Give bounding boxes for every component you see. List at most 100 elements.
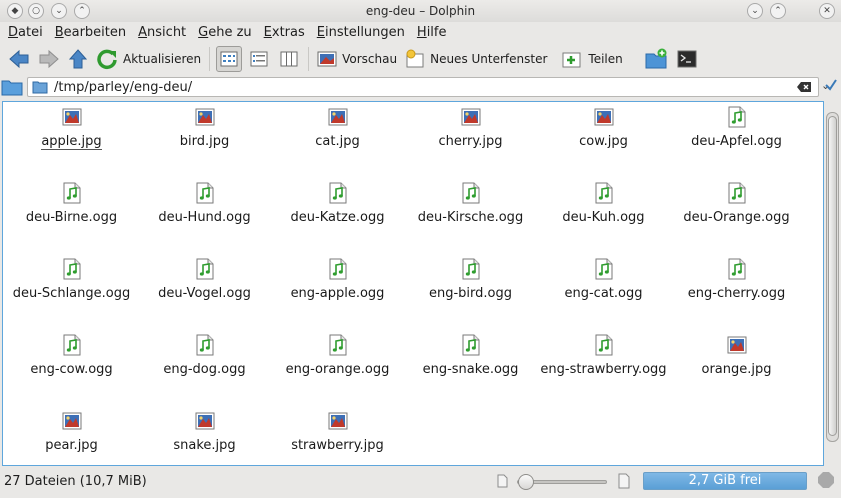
- file-item[interactable]: deu-Katze.ogg: [271, 178, 404, 254]
- audio-file-icon: [328, 182, 348, 204]
- details-view-button[interactable]: [246, 46, 272, 72]
- file-item[interactable]: eng-bird.ogg: [404, 254, 537, 330]
- file-name: eng-orange.ogg: [285, 362, 390, 377]
- menu-einstellungen[interactable]: Einstellungen: [311, 25, 411, 40]
- file-item[interactable]: eng-cow.ogg: [5, 330, 138, 406]
- image-file-icon: [461, 106, 481, 128]
- location-bar: /tmp/parley/eng-deu/ ⌄: [0, 77, 841, 98]
- file-item[interactable]: deu-Apfel.ogg: [670, 102, 803, 178]
- file-item[interactable]: eng-orange.ogg: [271, 330, 404, 406]
- minimize-button[interactable]: ⌄: [747, 3, 763, 19]
- file-item[interactable]: cow.jpg: [537, 102, 670, 178]
- audio-file-icon: [62, 258, 82, 280]
- file-item[interactable]: deu-Vogel.ogg: [138, 254, 271, 330]
- close-button[interactable]: ✕: [819, 3, 835, 19]
- stop-icon[interactable]: [817, 471, 835, 493]
- share-icon: [562, 52, 581, 68]
- menu-extras[interactable]: Extras: [258, 25, 311, 40]
- forward-button[interactable]: [34, 45, 64, 73]
- vertical-scrollbar[interactable]: [826, 112, 839, 442]
- file-name: pear.jpg: [45, 438, 98, 453]
- share-button[interactable]: Teilen: [557, 45, 626, 73]
- file-name: eng-cat.ogg: [564, 286, 643, 301]
- places-toggle-button[interactable]: [1, 77, 23, 101]
- share-label: Teilen: [588, 52, 623, 66]
- clear-location-icon[interactable]: [796, 81, 812, 97]
- window-title: eng-deu – Dolphin: [365, 4, 476, 18]
- file-view[interactable]: apple.jpg bird.jpg cat.jpg cherry.jpg cow.jp…: [2, 101, 824, 466]
- audio-file-icon: [594, 258, 614, 280]
- file-item[interactable]: eng-cherry.ogg: [670, 254, 803, 330]
- zoom-out-icon[interactable]: [496, 474, 508, 492]
- menu-gehe-zu[interactable]: Gehe zu: [192, 25, 258, 40]
- file-name: bird.jpg: [179, 134, 230, 149]
- up-button[interactable]: [64, 45, 92, 73]
- menu-bar: Datei Bearbeiten Ansicht Gehe zu Extras …: [0, 22, 841, 43]
- file-item[interactable]: snake.jpg: [138, 406, 271, 465]
- menu-ansicht[interactable]: Ansicht: [132, 25, 192, 40]
- file-item[interactable]: cherry.jpg: [404, 102, 537, 178]
- preview-icon: [317, 51, 337, 67]
- new-folder-button[interactable]: [641, 45, 673, 73]
- zoom-in-icon[interactable]: [617, 473, 631, 493]
- scrollbar-thumb[interactable]: [828, 116, 837, 436]
- file-name: deu-Kirsche.ogg: [417, 210, 524, 225]
- terminal-button[interactable]: [673, 45, 701, 73]
- audio-file-icon: [195, 182, 215, 204]
- file-name: deu-Kuh.ogg: [562, 210, 645, 225]
- file-item[interactable]: strawberry.jpg: [271, 406, 404, 465]
- reload-button[interactable]: Aktualisieren: [92, 45, 205, 73]
- image-file-icon: [328, 106, 348, 128]
- file-name: strawberry.jpg: [291, 438, 384, 453]
- split-button[interactable]: Neues Unterfenster: [401, 45, 551, 73]
- file-name: eng-dog.ogg: [163, 362, 246, 377]
- zoom-slider-handle[interactable]: [518, 474, 534, 490]
- file-name: deu-Schlange.ogg: [12, 286, 131, 301]
- file-name: eng-cow.ogg: [30, 362, 113, 377]
- terminal-icon: [677, 50, 697, 68]
- menu-bearbeiten[interactable]: Bearbeiten: [49, 25, 132, 40]
- columns-view-button[interactable]: [276, 46, 302, 72]
- menu-hilfe[interactable]: Hilfe: [411, 25, 453, 40]
- audio-file-icon: [328, 258, 348, 280]
- file-item[interactable]: eng-snake.ogg: [404, 330, 537, 406]
- file-item[interactable]: deu-Hund.ogg: [138, 178, 271, 254]
- file-item[interactable]: deu-Schlange.ogg: [5, 254, 138, 330]
- file-name: apple.jpg: [41, 134, 102, 150]
- audio-file-icon: [727, 258, 747, 280]
- audio-file-icon: [594, 182, 614, 204]
- file-item[interactable]: deu-Kirsche.ogg: [404, 178, 537, 254]
- file-item[interactable]: deu-Orange.ogg: [670, 178, 803, 254]
- file-item[interactable]: cat.jpg: [271, 102, 404, 178]
- file-name: deu-Vogel.ogg: [158, 286, 251, 301]
- title-bar: ◆ ○ ⌄ ⌃ eng-deu – Dolphin ⌄ ⌃ ✕: [0, 0, 841, 22]
- file-item[interactable]: eng-apple.ogg: [271, 254, 404, 330]
- audio-file-icon: [461, 258, 481, 280]
- image-file-icon: [62, 410, 82, 432]
- file-item[interactable]: orange.jpg: [670, 330, 803, 406]
- audio-file-icon: [727, 182, 747, 204]
- file-name: cow.jpg: [579, 134, 628, 149]
- maximize-button[interactable]: ⌃: [770, 3, 786, 19]
- file-item[interactable]: bird.jpg: [138, 102, 271, 178]
- location-input[interactable]: /tmp/parley/eng-deu/: [27, 77, 819, 97]
- file-item[interactable]: deu-Kuh.ogg: [537, 178, 670, 254]
- file-item[interactable]: deu-Birne.ogg: [5, 178, 138, 254]
- audio-file-icon: [62, 182, 82, 204]
- file-item[interactable]: apple.jpg: [5, 102, 138, 178]
- menu-datei[interactable]: Datei: [2, 25, 49, 40]
- toolbar-separator: [209, 47, 211, 71]
- split-window-icon: [406, 49, 424, 68]
- back-button[interactable]: [4, 45, 34, 73]
- file-item[interactable]: eng-strawberry.ogg: [537, 330, 670, 406]
- arrow-left-icon: [9, 49, 29, 69]
- file-item[interactable]: pear.jpg: [5, 406, 138, 465]
- confirm-location-icon[interactable]: [824, 78, 838, 96]
- file-item[interactable]: eng-dog.ogg: [138, 330, 271, 406]
- audio-file-icon: [594, 334, 614, 356]
- audio-file-icon: [62, 334, 82, 356]
- preview-button[interactable]: Vorschau: [313, 45, 401, 73]
- file-item[interactable]: eng-cat.ogg: [537, 254, 670, 330]
- file-name: deu-Katze.ogg: [290, 210, 385, 225]
- icons-view-button[interactable]: [216, 46, 243, 72]
